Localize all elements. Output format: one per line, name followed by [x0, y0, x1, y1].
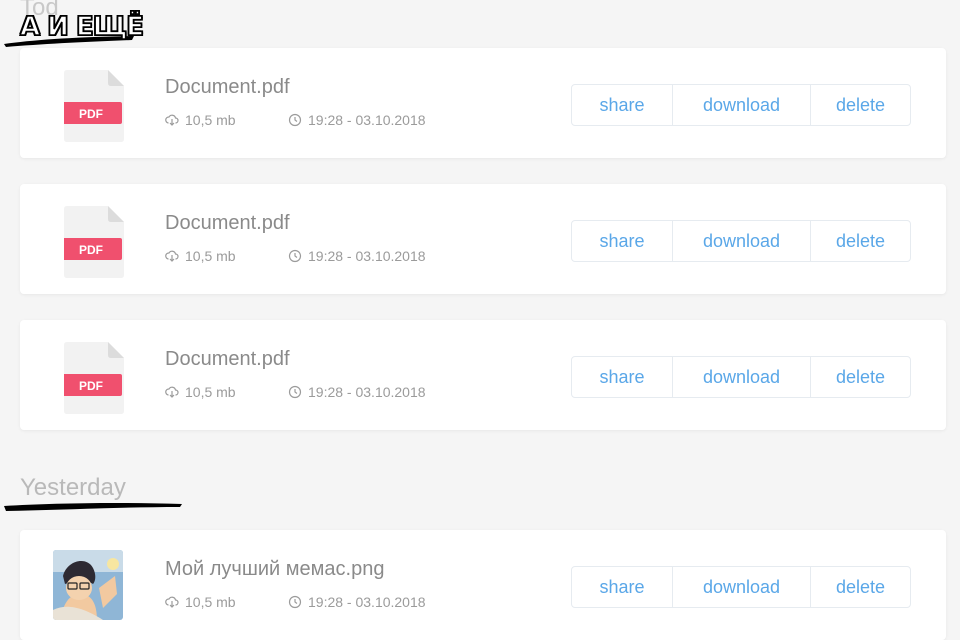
delete-button[interactable]: delete: [810, 567, 910, 607]
delete-button[interactable]: delete: [810, 85, 910, 125]
delete-button[interactable]: delete: [810, 221, 910, 261]
file-name[interactable]: Document.pdf: [165, 76, 290, 99]
file-card: Мой лучший мемас.png 10,5 mb 19:28 - 03.…: [20, 530, 946, 640]
cloud-download-icon: [165, 114, 179, 126]
file-date: 19:28 - 03.10.2018: [288, 248, 426, 264]
file-date: 19:28 - 03.10.2018: [288, 594, 426, 610]
svg-text:PDF: PDF: [79, 243, 103, 257]
file-name[interactable]: Document.pdf: [165, 348, 290, 371]
file-size: 10,5 mb: [165, 112, 236, 128]
brush-stroke-yesterday: [4, 502, 182, 511]
file-actions: share download delete: [571, 220, 911, 262]
clock-icon: [288, 249, 302, 263]
file-actions: share download delete: [571, 356, 911, 398]
share-button[interactable]: share: [572, 357, 672, 397]
file-card: PDF Document.pdf 10,5 mb 19:28 - 03.10.2…: [20, 320, 946, 430]
file-size: 10,5 mb: [165, 248, 236, 264]
file-size: 10,5 mb: [165, 384, 236, 400]
svg-text:PDF: PDF: [79, 107, 103, 121]
download-button[interactable]: download: [672, 85, 810, 125]
share-button[interactable]: share: [572, 567, 672, 607]
cloud-download-icon: [165, 596, 179, 608]
clock-icon: [288, 595, 302, 609]
file-size: 10,5 mb: [165, 594, 236, 610]
file-card: PDF Document.pdf 10,5 mb 19:28 - 03.10.2…: [20, 184, 946, 294]
file-actions: share download delete: [571, 566, 911, 608]
delete-button[interactable]: delete: [810, 357, 910, 397]
pdf-file-icon: PDF: [64, 342, 124, 414]
file-date: 19:28 - 03.10.2018: [288, 112, 426, 128]
share-button[interactable]: share: [572, 85, 672, 125]
file-date: 19:28 - 03.10.2018: [288, 384, 426, 400]
image-thumbnail: [53, 550, 123, 620]
pdf-file-icon: PDF: [64, 70, 124, 142]
file-actions: share download delete: [571, 84, 911, 126]
download-button[interactable]: download: [672, 357, 810, 397]
clock-icon: [288, 113, 302, 127]
cloud-download-icon: [165, 386, 179, 398]
file-card: PDF Document.pdf 10,5 mb 19:28 - 03.10.2…: [20, 48, 946, 158]
cloud-download-icon: [165, 250, 179, 262]
download-button[interactable]: download: [672, 567, 810, 607]
overlay-caption: А И ЕЩЁ: [19, 11, 145, 43]
pdf-file-icon: PDF: [64, 206, 124, 278]
download-button[interactable]: download: [672, 221, 810, 261]
share-button[interactable]: share: [572, 221, 672, 261]
file-name[interactable]: Document.pdf: [165, 212, 290, 235]
svg-text:PDF: PDF: [79, 379, 103, 393]
file-name[interactable]: Мой лучший мемас.png: [165, 558, 384, 581]
clock-icon: [288, 385, 302, 399]
